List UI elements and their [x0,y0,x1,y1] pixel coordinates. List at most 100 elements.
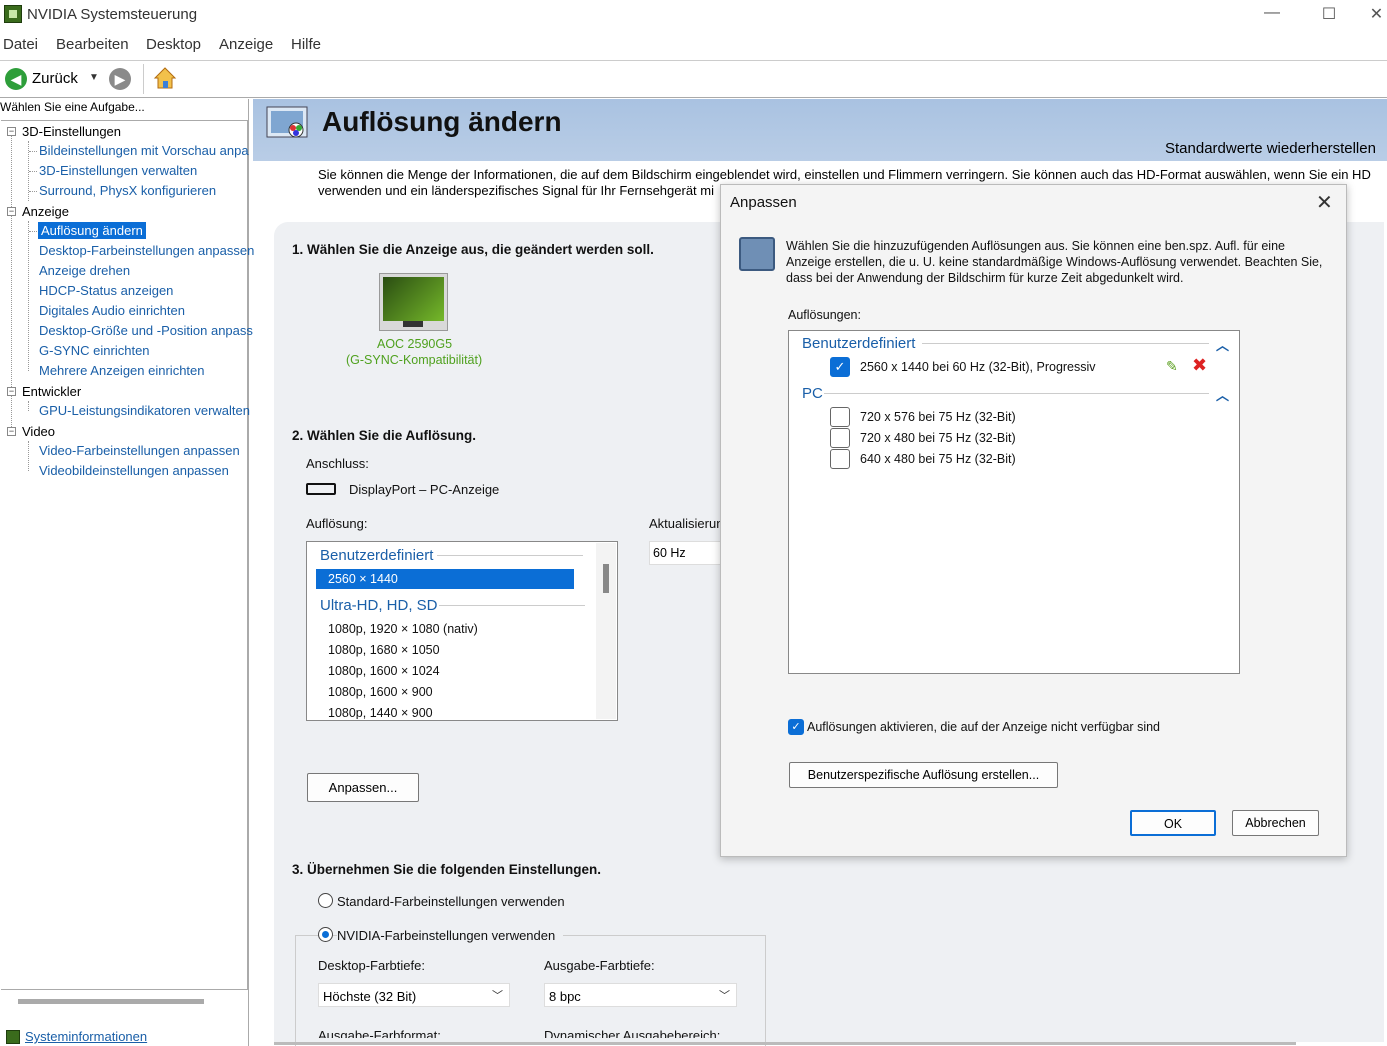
back-history-dropdown-icon[interactable]: ▼ [89,72,99,83]
pc-res-item: 720 x 480 bei 75 Hz (32-Bit) [860,431,1016,445]
res-item[interactable]: 1080p, 1920 × 1080 (nativ) [328,622,478,636]
tree-item-digitales-audio[interactable]: Digitales Audio einrichten [39,303,185,318]
home-icon[interactable] [153,66,177,90]
tree-item-anzeige-drehen[interactable]: Anzeige drehen [39,263,130,278]
tree-cat-3d[interactable]: 3D-Einstellungen [22,124,121,139]
tree-item-mehrere-anzeigen[interactable]: Mehrere Anzeigen einrichten [39,363,205,378]
radio-nvidia-label: NVIDIA-Farbeinstellungen verwenden [337,928,564,943]
refresh-rate-value: 60 Hz [653,546,686,560]
menu-desktop[interactable]: Desktop [146,36,201,53]
tree-item-surround-physx[interactable]: Surround, PhysX konfigurieren [39,183,216,198]
menu-anzeige[interactable]: Anzeige [219,36,273,53]
res-group-divider [439,605,585,606]
step2-heading: 2. Wählen Sie die Auflösung. [292,428,477,443]
monitor-stand [403,321,423,327]
desktop-depth-value: Höchste (32 Bit) [323,989,417,1004]
group-divider [824,393,1209,394]
dlg-group-custom: Benutzerdefiniert [802,335,916,352]
output-format-label: Ausgabe-Farbformat: [318,1028,441,1038]
page-title: Auflösung ändern [322,106,562,137]
output-depth-value: 8 bpc [549,989,581,1004]
res-item[interactable]: 1080p, 1600 × 900 [328,685,433,699]
displayport-icon [306,483,336,495]
tree-item-3d-verwalten[interactable]: 3D-Einstellungen verwalten [39,163,197,178]
tree-item-hdcp-status[interactable]: HDCP-Status anzeigen [39,283,173,298]
ok-button[interactable]: OK [1130,810,1216,836]
main-horizontal-scrollbar[interactable] [274,1042,1296,1045]
close-button[interactable]: ✕ [1366,4,1387,24]
intro-line-1: Sie können die Menge der Informationen, … [318,167,1371,182]
collapse-anzeige-icon[interactable]: − [7,207,16,216]
title-bar [0,0,1387,30]
checkbox-720x480[interactable] [830,428,850,448]
pc-res-item: 640 x 480 bei 75 Hz (32-Bit) [860,452,1016,466]
collapse-caret-icon[interactable]: ︿ [1216,385,1229,404]
output-depth-select[interactable]: 8 bpc ﹀ [544,983,737,1007]
custom-resolution-list[interactable] [788,330,1240,674]
radio-nvidia-color[interactable] [318,927,333,942]
res-list-scroll-thumb[interactable] [603,564,609,593]
back-button[interactable]: Zurück [32,70,78,87]
sysinfo-icon [6,1030,20,1044]
dlg-group-pc: PC [802,385,823,402]
res-group-custom: Benutzerdefiniert [320,547,434,564]
back-arrow-icon[interactable]: ◀ [5,68,27,90]
checkbox-enable-unavailable[interactable]: ✓ [788,719,804,735]
dialog-title: Anpassen [730,194,797,211]
output-depth-label: Ausgabe-Farbtiefe: [544,958,655,973]
toolbar-divider [143,64,144,94]
res-group-divider [437,555,583,556]
menu-hilfe[interactable]: Hilfe [291,36,321,53]
nvidia-app-icon [4,5,22,23]
res-item[interactable]: 1080p, 1440 × 900 [328,706,433,719]
tree-item-video-farbe[interactable]: Video-Farbeinstellungen anpassen [39,443,240,458]
step3-heading: 3. Übernehmen Sie die folgenden Einstell… [292,862,602,877]
tree-item-bildeinstellungen[interactable]: Bildeinstellungen mit Vorschau anpa [39,143,249,158]
enable-unavailable-label: Auflösungen aktivieren, die auf der Anze… [807,720,1161,734]
display-settings-icon [266,106,312,144]
tree-item-gsync[interactable]: G-SYNC einrichten [39,343,150,358]
tree-item-videobild[interactable]: Videobildeinstellungen anpassen [39,463,229,478]
tree-cat-entwickler[interactable]: Entwickler [22,384,81,399]
create-custom-resolution-button[interactable]: Benutzerspezifische Auflösung erstellen.… [789,762,1058,788]
tree-item-aufloesung-aendern[interactable]: Auflösung ändern [38,222,146,239]
checkbox-720x576[interactable] [830,407,850,427]
tree-item-gpu-leistung[interactable]: GPU-Leistungsindikatoren verwalten [39,403,250,418]
tree-item-desktop-farbe[interactable]: Desktop-Farbeinstellungen anpassen [39,243,254,258]
tree-cat-anzeige[interactable]: Anzeige [22,204,69,219]
tree-cat-video[interactable]: Video [22,424,55,439]
desktop-depth-label: Desktop-Farbtiefe: [318,958,425,973]
res-item-2560x1440[interactable]: 2560 × 1440 [328,572,398,586]
tree-item-desktop-groesse[interactable]: Desktop-Größe und -Position anpass [39,323,253,338]
customize-button[interactable]: Anpassen... [307,773,419,802]
dialog-close-icon[interactable]: ✕ [1316,190,1333,215]
connection-label: Anschluss: [306,456,369,471]
delete-icon[interactable]: ✖ [1192,355,1207,376]
desktop-depth-select[interactable]: Höchste (32 Bit) ﹀ [318,983,510,1007]
collapse-video-icon[interactable]: − [7,427,16,436]
maximize-button[interactable]: ☐ [1314,4,1344,24]
cancel-button[interactable]: Abbrechen [1232,810,1319,836]
monitor-icon [383,277,444,321]
sysinfo-link[interactable]: Systeminformationen [25,1029,147,1044]
res-item[interactable]: 1080p, 1600 × 1024 [328,664,440,678]
res-group-uhd: Ultra-HD, HD, SD [320,597,438,614]
edit-pencil-icon[interactable]: ✎ [1166,358,1178,375]
radio-standard-color[interactable] [318,893,333,908]
minimize-button[interactable]: — [1257,4,1287,22]
checkbox-custom-2560[interactable]: ✓ [830,357,850,377]
restore-defaults-link[interactable]: Standardwerte wiederherstellen [1165,140,1376,157]
group-divider [922,343,1209,344]
collapse-caret-icon[interactable]: ︿ [1216,335,1229,354]
menu-datei[interactable]: Datei [3,36,38,53]
tree-horizontal-scrollbar[interactable] [18,999,204,1004]
forward-arrow-icon[interactable]: ▶ [109,68,131,90]
dialog-description: Wählen Sie die hinzuzufügenden Auflösung… [786,239,1323,285]
connection-value: DisplayPort – PC-Anzeige [349,482,500,497]
collapse-entwickler-icon[interactable]: − [7,387,16,396]
collapse-3d-icon[interactable]: − [7,127,16,136]
checkbox-640x480[interactable] [830,449,850,469]
res-item[interactable]: 1080p, 1680 × 1050 [328,643,440,657]
radio-standard-label: Standard-Farbeinstellungen verwenden [337,894,565,909]
menu-bearbeiten[interactable]: Bearbeiten [56,36,129,53]
